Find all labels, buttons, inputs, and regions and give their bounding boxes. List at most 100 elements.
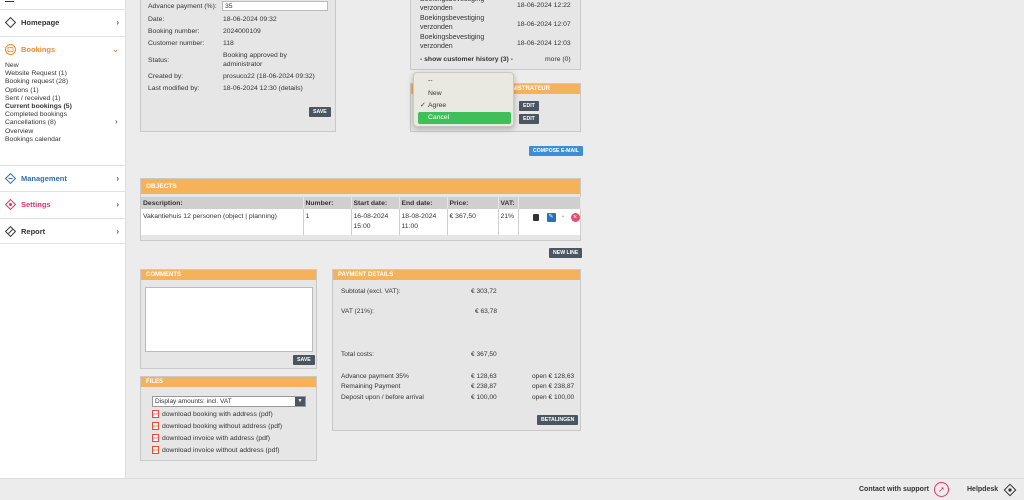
sidebar-item-report[interactable]: Report › xyxy=(0,218,126,244)
administrator-header-text: INISTRATEUR xyxy=(510,86,550,92)
column-header: Start date: xyxy=(351,197,400,209)
cell-actions: ✎ ⌄ × xyxy=(518,209,581,235)
new-line-button[interactable]: NEW LINE xyxy=(549,248,583,258)
advance-payment-line-label: Advance payment 35% xyxy=(341,373,409,380)
rocket-icon[interactable]: ➚ xyxy=(934,482,949,497)
submenu-current-bookings[interactable]: Current bookings (5) xyxy=(5,103,72,111)
subtotal-value: € 303,72 xyxy=(471,288,497,295)
files-title: FILES xyxy=(146,379,164,385)
vat-label: VAT (21%): xyxy=(341,308,374,315)
menu-icon[interactable] xyxy=(5,0,14,2)
display-amounts-select[interactable]: Display amounts: incl. VAT ▼ xyxy=(152,396,306,407)
submenu-bookings-calendar[interactable]: Bookings calendar xyxy=(5,136,72,144)
management-icon xyxy=(4,172,17,185)
dropdown-option[interactable]: New xyxy=(428,90,442,97)
cell-number: 1 xyxy=(303,209,352,235)
submenu-cancellations[interactable]: Cancellations (8) xyxy=(5,119,72,127)
column-header: Number: xyxy=(303,197,352,209)
files-header: FILES xyxy=(141,377,316,387)
status-dropdown-menu[interactable]: -- New ✓ Agree Cancel xyxy=(413,72,514,127)
customer-number-label: Customer number: xyxy=(148,40,205,47)
edit-button[interactable]: EDIT xyxy=(519,101,539,111)
edit-button[interactable]: EDIT xyxy=(519,114,539,124)
dropdown-option-label: Cancel xyxy=(428,114,450,121)
chevron-down-icon[interactable]: ⌄ xyxy=(561,211,566,221)
delete-icon[interactable]: × xyxy=(570,213,580,222)
action-col xyxy=(518,197,581,209)
objects-panel: OBJECTS Description: Number: Start date:… xyxy=(140,178,581,241)
column-header: End date: xyxy=(399,197,448,209)
advance-payment-label: Advance payment (%): xyxy=(148,3,217,10)
settings-icon xyxy=(4,198,17,211)
submenu-overview[interactable]: Overview xyxy=(5,128,72,136)
submenu-website-request[interactable]: Website Request (1) xyxy=(5,70,72,78)
sidebar-item-homepage[interactable]: Homepage › xyxy=(0,9,126,35)
last-modified-value[interactable]: 18-06-2024 12:30 (details) xyxy=(223,85,303,92)
remaining-payment-label: Remaining Payment xyxy=(341,383,401,390)
column-header: VAT: xyxy=(498,197,519,209)
created-by-value: prosuco22 (18-06-2024 09:32) xyxy=(223,73,315,80)
column-header: Price: xyxy=(447,197,499,209)
checkmark-icon: ✓ xyxy=(420,102,426,109)
payment-title: PAYMENT DETAILS xyxy=(338,272,394,278)
cell-description[interactable]: Vakantiehuis 12 personen (object | plann… xyxy=(141,209,304,235)
submenu-completed-bookings[interactable]: Completed bookings xyxy=(5,111,72,119)
table-row: Vakantiehuis 12 personen (object | plann… xyxy=(141,209,581,235)
save-comment-button[interactable]: SAVE xyxy=(293,355,315,365)
sidebar-item-label: Management xyxy=(21,174,67,183)
status-label: Status: xyxy=(148,57,170,64)
objects-header: OBJECTS xyxy=(141,179,580,194)
helpdesk-icon[interactable] xyxy=(1003,483,1017,499)
edit-icon[interactable]: ✎ xyxy=(546,213,556,222)
copy-icon[interactable] xyxy=(532,214,539,221)
chevron-right-icon: › xyxy=(116,18,119,27)
sidebar-item-label: Bookings xyxy=(21,45,56,54)
select-value: Display amounts: incl. VAT xyxy=(155,398,232,405)
save-button[interactable]: SAVE xyxy=(309,107,331,117)
download-link[interactable]: pdf download booking without address (pdf… xyxy=(152,422,282,430)
download-link[interactable]: pdf download invoice with address (pdf) xyxy=(152,434,270,442)
column-header: Description: xyxy=(141,197,304,209)
submenu-options[interactable]: Options (1) xyxy=(5,87,72,95)
download-link-label: download booking without address (pdf) xyxy=(162,422,283,430)
dropdown-option[interactable]: -- xyxy=(428,77,433,84)
pdf-icon: pdf xyxy=(152,410,159,418)
comments-textarea[interactable] xyxy=(145,287,313,352)
dropdown-option[interactable]: Agree xyxy=(428,102,446,109)
advance-payment-value: 35 xyxy=(225,3,233,10)
sidebar-item-label: Report xyxy=(21,226,46,236)
show-customer-history-link[interactable]: - show customer history (3) - xyxy=(420,56,513,63)
advance-payment-input[interactable]: 35 xyxy=(222,1,328,11)
subtotal-label: Subtotal (excl. VAT): xyxy=(341,288,401,295)
history-date: 18-06-2024 12:22 xyxy=(517,2,571,9)
remaining-payment-open: open € 238,87 xyxy=(532,383,575,390)
submenu-sent-received[interactable]: Sent / received (1) xyxy=(5,95,72,103)
total-label: Total costs: xyxy=(341,351,374,358)
last-modified-label: Last modified by: xyxy=(148,85,200,92)
sidebar-item-management[interactable]: Management › xyxy=(0,165,126,191)
sidebar-item-bookings[interactable]: Bookings ⌄ xyxy=(0,36,126,62)
created-by-label: Created by: xyxy=(148,73,184,80)
chevron-down-icon: ⌄ xyxy=(112,45,119,54)
contact-support-link[interactable]: Contact with support xyxy=(859,486,929,493)
start-date: 16-08-2024 xyxy=(353,213,389,220)
dropdown-option-selected[interactable]: Cancel xyxy=(418,112,511,124)
booking-number-label: Booking number: xyxy=(148,28,200,35)
objects-table: Description: Number: Start date: End dat… xyxy=(141,197,581,235)
download-link-label: download invoice with address (pdf) xyxy=(162,434,271,442)
sidebar-item-label: Settings xyxy=(21,200,51,209)
deposit-label: Deposit upon / before arrival xyxy=(341,394,424,401)
payment-header: PAYMENT DETAILS xyxy=(333,270,580,280)
sidebar-item-settings[interactable]: Settings › xyxy=(0,191,126,217)
download-link[interactable]: pdf download booking with address (pdf) xyxy=(152,410,273,418)
total-value: € 367,50 xyxy=(471,351,497,358)
advance-payment-open: open € 128,63 xyxy=(532,373,575,380)
helpdesk-link[interactable]: Helpdesk xyxy=(967,486,998,493)
submenu-booking-request[interactable]: Booking request (28) xyxy=(5,78,72,86)
compose-email-button[interactable]: COMPOSE E-MAIL xyxy=(529,146,583,156)
download-link[interactable]: pdf download invoice without address (pdf… xyxy=(152,446,280,454)
more-link[interactable]: more (0) xyxy=(545,56,571,63)
betalingen-button[interactable]: BETALINGEN xyxy=(537,415,579,425)
history-text: Boekingsbevestiging verzonden xyxy=(420,15,485,31)
submenu-new[interactable]: New xyxy=(5,62,72,70)
